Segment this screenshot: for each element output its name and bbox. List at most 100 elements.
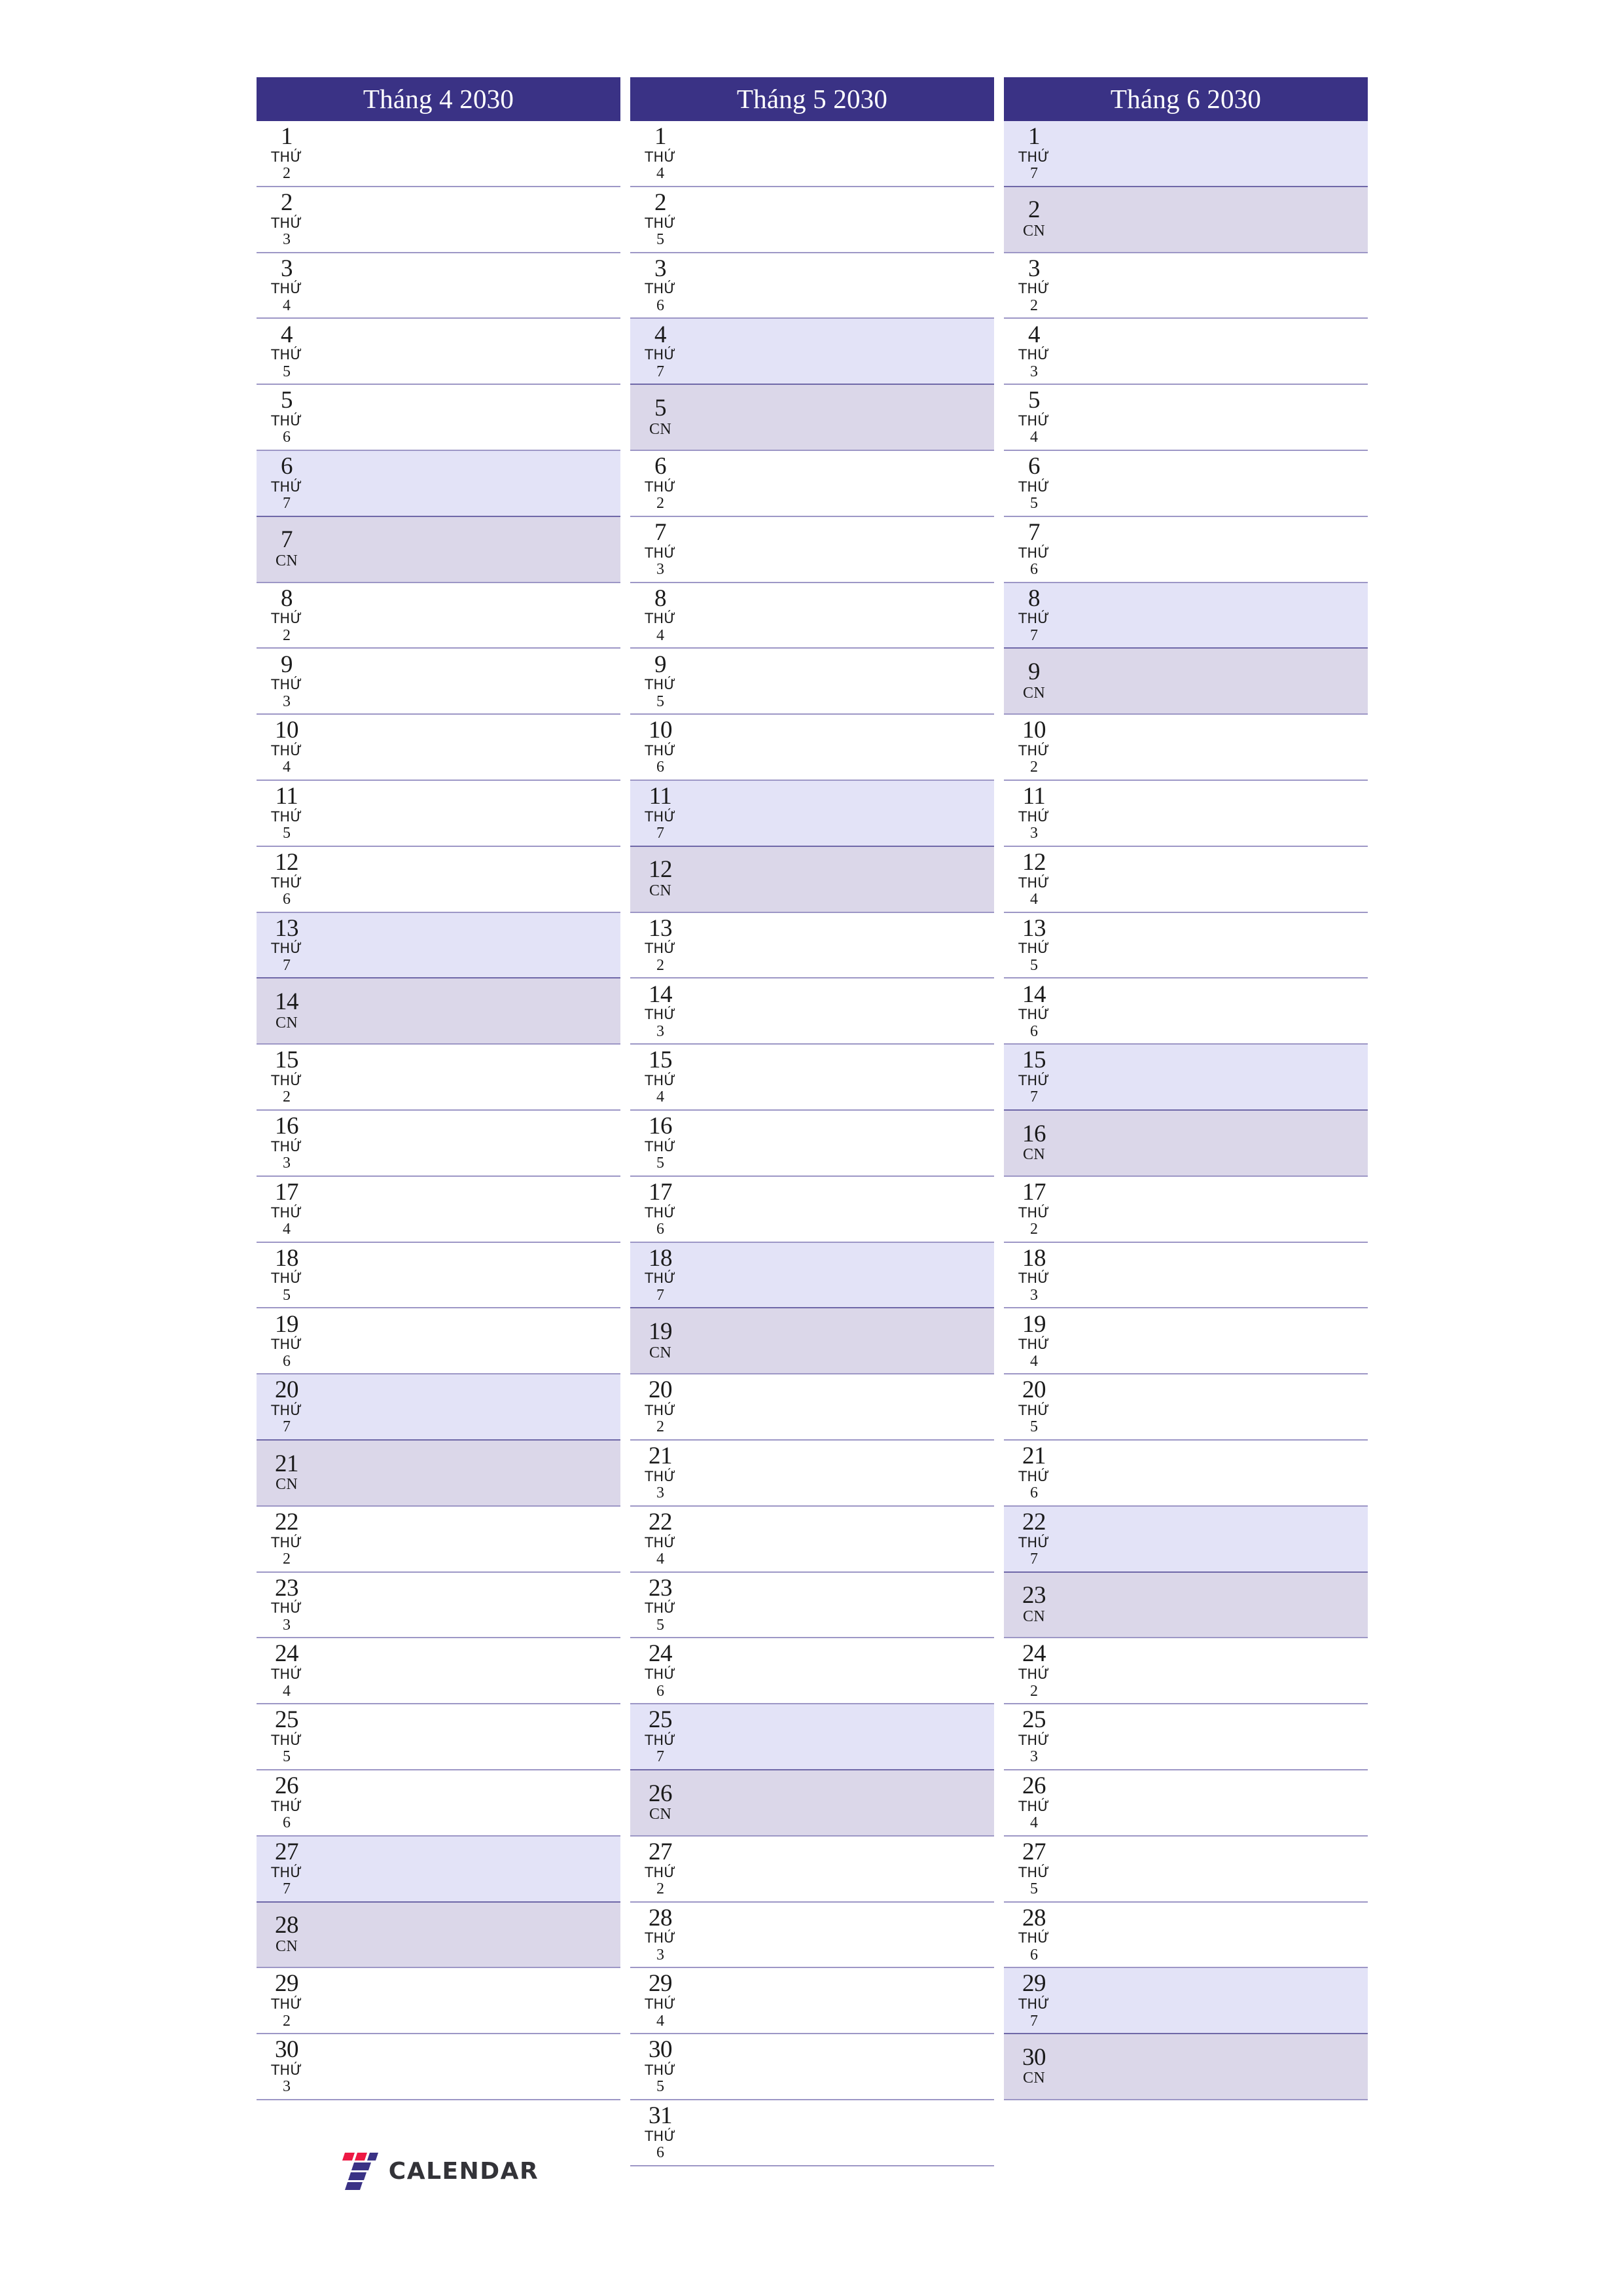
day-note-area[interactable]	[689, 1507, 994, 1571]
day-note-area[interactable]	[1063, 385, 1368, 450]
day-note-area[interactable]	[315, 2034, 620, 2099]
day-row[interactable]: 4 THỨ 7	[630, 319, 994, 386]
day-row[interactable]: 11 THỨ 7	[630, 780, 994, 847]
day-note-area[interactable]	[689, 1045, 994, 1109]
day-note-area[interactable]	[689, 1573, 994, 1638]
day-row[interactable]: 14 CN	[257, 978, 620, 1045]
day-row[interactable]: 19 THỨ 6	[257, 1308, 620, 1375]
day-row[interactable]: 8 THỨ 2	[257, 583, 620, 649]
day-row[interactable]: 8 THỨ 4	[630, 583, 994, 649]
day-note-area[interactable]	[1063, 1573, 1368, 1638]
day-row[interactable]: 15 THỨ 4	[630, 1045, 994, 1111]
day-note-area[interactable]	[315, 1837, 620, 1901]
day-note-area[interactable]	[689, 1968, 994, 2033]
day-note-area[interactable]	[689, 978, 994, 1043]
day-note-area[interactable]	[315, 978, 620, 1043]
day-note-area[interactable]	[689, 1243, 994, 1308]
day-note-area[interactable]	[689, 187, 994, 252]
day-row[interactable]: 16 THỨ 3	[257, 1110, 620, 1177]
day-note-area[interactable]	[315, 1441, 620, 1505]
day-note-area[interactable]	[689, 913, 994, 978]
day-note-area[interactable]	[689, 583, 994, 648]
day-note-area[interactable]	[689, 517, 994, 582]
day-note-area[interactable]	[1063, 649, 1368, 713]
day-note-area[interactable]	[689, 1638, 994, 1703]
day-note-area[interactable]	[315, 253, 620, 318]
day-note-area[interactable]	[315, 913, 620, 978]
day-row[interactable]: 14 THỨ 3	[630, 978, 994, 1045]
day-note-area[interactable]	[1063, 2034, 1368, 2099]
day-row[interactable]: 10 THỨ 2	[1004, 715, 1368, 781]
day-note-area[interactable]	[689, 1111, 994, 1175]
day-row[interactable]: 15 THỨ 7	[1004, 1045, 1368, 1111]
day-row[interactable]: 17 THỨ 2	[1004, 1176, 1368, 1243]
day-row[interactable]: 13 THỨ 7	[257, 912, 620, 979]
day-note-area[interactable]	[1063, 1770, 1368, 1835]
day-note-area[interactable]	[689, 121, 994, 186]
day-note-area[interactable]	[1063, 1638, 1368, 1703]
day-note-area[interactable]	[315, 517, 620, 582]
day-note-area[interactable]	[315, 1704, 620, 1769]
day-row[interactable]: 7 THỨ 3	[630, 516, 994, 583]
day-note-area[interactable]	[689, 253, 994, 318]
day-row[interactable]: 20 THỨ 7	[257, 1374, 620, 1441]
day-row[interactable]: 24 THỨ 4	[257, 1638, 620, 1705]
day-note-area[interactable]	[315, 649, 620, 713]
day-note-area[interactable]	[1063, 583, 1368, 648]
day-row[interactable]: 24 THỨ 6	[630, 1638, 994, 1705]
day-row[interactable]: 4 THỨ 5	[257, 319, 620, 386]
day-row[interactable]: 28 CN	[257, 1902, 620, 1969]
day-note-area[interactable]	[689, 1837, 994, 1901]
day-row[interactable]: 11 THỨ 5	[257, 780, 620, 847]
day-row[interactable]: 1 THỨ 7	[1004, 121, 1368, 187]
day-row[interactable]: 23 CN	[1004, 1572, 1368, 1639]
day-note-area[interactable]	[1063, 1903, 1368, 1967]
day-row[interactable]: 26 CN	[630, 1770, 994, 1837]
day-row[interactable]: 5 CN	[630, 385, 994, 451]
day-row[interactable]: 22 THỨ 7	[1004, 1506, 1368, 1573]
day-row[interactable]: 17 THỨ 6	[630, 1176, 994, 1243]
day-note-area[interactable]	[689, 385, 994, 450]
day-row[interactable]: 21 THỨ 6	[1004, 1440, 1368, 1507]
day-row[interactable]: 1 THỨ 2	[257, 121, 620, 187]
day-row[interactable]: 27 THỨ 2	[630, 1836, 994, 1903]
day-row[interactable]: 21 THỨ 3	[630, 1440, 994, 1507]
day-row[interactable]: 1 THỨ 4	[630, 121, 994, 187]
day-note-area[interactable]	[1063, 1441, 1368, 1505]
day-row[interactable]: 26 THỨ 4	[1004, 1770, 1368, 1837]
day-row[interactable]: 16 CN	[1004, 1110, 1368, 1177]
day-note-area[interactable]	[315, 1770, 620, 1835]
day-note-area[interactable]	[315, 847, 620, 912]
day-note-area[interactable]	[1063, 253, 1368, 318]
day-row[interactable]: 13 THỨ 2	[630, 912, 994, 979]
day-row[interactable]: 9 THỨ 3	[257, 649, 620, 715]
day-row[interactable]: 29 THỨ 7	[1004, 1968, 1368, 2035]
day-note-area[interactable]	[689, 2100, 994, 2165]
day-note-area[interactable]	[315, 1308, 620, 1373]
day-row[interactable]: 12 THỨ 6	[257, 846, 620, 913]
day-row[interactable]: 30 CN	[1004, 2034, 1368, 2100]
day-note-area[interactable]	[315, 1507, 620, 1571]
day-row[interactable]: 29 THỨ 2	[257, 1968, 620, 2035]
day-note-area[interactable]	[315, 1374, 620, 1439]
day-note-area[interactable]	[689, 1374, 994, 1439]
day-row[interactable]: 26 THỨ 6	[257, 1770, 620, 1837]
day-row[interactable]: 25 THỨ 5	[257, 1704, 620, 1770]
day-note-area[interactable]	[1063, 1177, 1368, 1242]
day-note-area[interactable]	[315, 781, 620, 846]
day-row[interactable]: 30 THỨ 5	[630, 2034, 994, 2100]
day-note-area[interactable]	[315, 187, 620, 252]
day-row[interactable]: 29 THỨ 4	[630, 1968, 994, 2035]
day-row[interactable]: 14 THỨ 6	[1004, 978, 1368, 1045]
day-note-area[interactable]	[315, 1111, 620, 1175]
day-row[interactable]: 5 THỨ 4	[1004, 385, 1368, 451]
day-note-area[interactable]	[315, 385, 620, 450]
day-row[interactable]: 15 THỨ 2	[257, 1045, 620, 1111]
day-note-area[interactable]	[689, 847, 994, 912]
day-row[interactable]: 19 THỨ 4	[1004, 1308, 1368, 1375]
day-note-area[interactable]	[315, 715, 620, 780]
day-note-area[interactable]	[689, 715, 994, 780]
day-note-area[interactable]	[1063, 913, 1368, 978]
day-row[interactable]: 12 CN	[630, 846, 994, 913]
day-note-area[interactable]	[315, 1177, 620, 1242]
